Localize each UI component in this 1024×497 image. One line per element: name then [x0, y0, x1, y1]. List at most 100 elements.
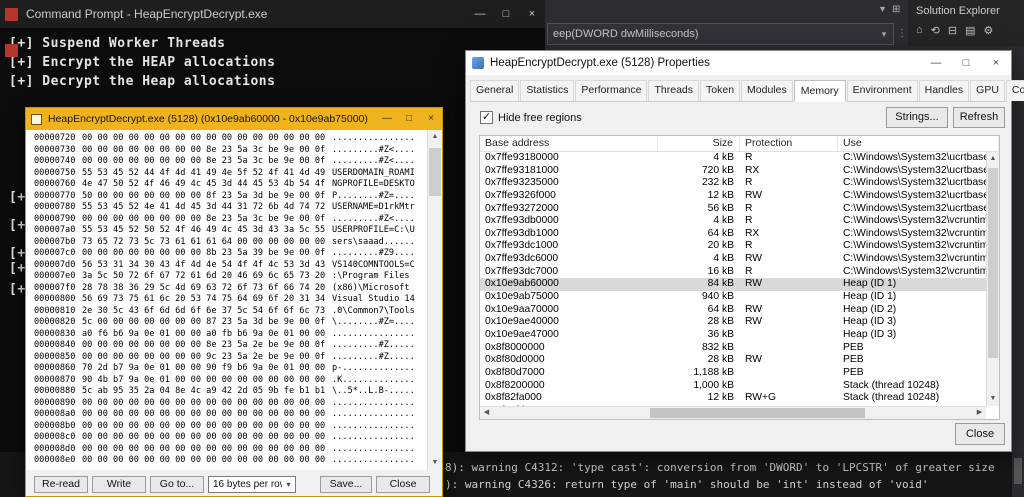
hex-row: 000008d000 00 00 00 00 00 00 00 00 00 00… — [34, 444, 427, 456]
properties-window-icon — [472, 57, 484, 69]
hex-close-button[interactable]: Close — [376, 476, 430, 493]
tab-memory[interactable]: Memory — [794, 80, 846, 102]
output-line: ): warning C4326: return type of 'main' … — [445, 476, 995, 493]
scroll-right-icon[interactable]: ▶ — [973, 407, 986, 419]
memory-row[interactable]: 0x8f80d000028 kBRWPEB — [480, 354, 986, 367]
memory-row[interactable]: 0x8f82fa00012 kBRW+GStack (thread 10248) — [480, 392, 986, 405]
output-scrollbar[interactable] — [1012, 452, 1024, 497]
hex-row: 000007c000 00 00 00 00 00 00 00 8b 23 5a… — [34, 248, 427, 260]
scroll-up-icon[interactable]: ▲ — [987, 152, 999, 166]
save-button[interactable]: Save... — [320, 476, 372, 493]
cmd-titlebar: Command Prompt - HeapEncryptDecrypt.exe … — [0, 0, 545, 28]
memory-row[interactable]: 0x8f82000001,000 kBStack (thread 10248) — [480, 380, 986, 393]
close-button[interactable]: × — [420, 108, 442, 130]
tab-threads[interactable]: Threads — [648, 80, 699, 101]
memory-row[interactable]: 0x8f80d70001,188 kBPEB — [480, 367, 986, 380]
memory-row[interactable]: 0x7ffe93dc100020 kBRC:\Windows\System32\… — [480, 240, 986, 253]
properties-close-button[interactable]: Close — [955, 423, 1005, 445]
hex-row: 000007f028 78 38 36 29 5c 4d 69 63 72 6f… — [34, 283, 427, 295]
output-line: 8): warning C4312: 'type cast': conversi… — [445, 459, 995, 476]
dock-grid-icon[interactable]: ⊞ — [892, 4, 900, 15]
hex-row: 000007d056 53 31 34 30 43 4f 4d 4e 54 4f… — [34, 260, 427, 272]
hex-row: 000008205c 00 00 00 00 00 00 00 87 23 5a… — [34, 317, 427, 329]
minimize-button[interactable]: — — [376, 108, 398, 130]
tab-statistics[interactable]: Statistics — [520, 80, 574, 101]
write-button[interactable]: Write — [92, 476, 146, 493]
collapse-all-icon[interactable]: ⊟ — [948, 24, 957, 37]
column-size[interactable]: Size — [658, 136, 740, 151]
reread-button[interactable]: Re-read — [34, 476, 88, 493]
memory-row[interactable]: 0x7ffe9326f00012 kBRWC:\Windows\System32… — [480, 190, 986, 203]
checkbox-check-icon[interactable]: ✓ — [480, 111, 493, 124]
scroll-down-icon[interactable]: ▼ — [987, 392, 999, 406]
scrollbar-thumb[interactable] — [988, 168, 998, 358]
vs-member-dropdown[interactable]: eep(DWORD dwMilliseconds) ▾ — [547, 23, 894, 45]
hide-free-regions-checkbox[interactable]: ✓ Hide free regions — [480, 111, 582, 124]
close-button[interactable]: × — [981, 51, 1011, 75]
memory-row[interactable]: 0x8f8000000832 kBPEB — [480, 342, 986, 355]
memory-table-body: 0x7ffe931800004 kBRC:\Windows\System32\u… — [480, 152, 986, 406]
hex-row: 0000087090 4b b7 9a 0e 01 00 00 00 00 00… — [34, 375, 427, 387]
show-all-files-icon[interactable]: ▤ — [965, 24, 975, 37]
memory-row[interactable]: 0x7ffe93db100064 kBRXC:\Windows\System32… — [480, 228, 986, 241]
minimize-button[interactable]: — — [467, 0, 493, 28]
memory-row[interactable]: 0x7ffe93dc60004 kBRWC:\Windows\System32\… — [480, 253, 986, 266]
scrollbar-thumb[interactable] — [1014, 458, 1022, 484]
memory-row[interactable]: 0x7ffe93181000720 kBRXC:\Windows\System3… — [480, 165, 986, 178]
memory-row[interactable]: 0x7ffe93235000232 kBRC:\Windows\System32… — [480, 177, 986, 190]
strings-button[interactable]: Strings... — [886, 107, 948, 128]
hex-row: 000008102e 30 5c 43 6f 6d 6d 6f 6e 37 5c… — [34, 306, 427, 318]
memory-row[interactable]: 0x10e9ae4000028 kBRWHeap (ID 3) — [480, 316, 986, 329]
tab-modules[interactable]: Modules — [741, 80, 793, 101]
scroll-down-icon[interactable]: ▼ — [428, 456, 442, 470]
column-base-address[interactable]: Base address — [480, 136, 658, 151]
hex-dump[interactable]: 0000072000 00 00 00 00 00 00 00 00 00 00… — [26, 130, 427, 470]
memory-row[interactable]: 0x7ffe931800004 kBRC:\Windows\System32\u… — [480, 152, 986, 165]
memory-row[interactable]: 0x7ffe93dc700016 kBRC:\Windows\System32\… — [480, 266, 986, 279]
memory-row[interactable]: 0x10e9ae4700036 kBHeap (ID 3) — [480, 329, 986, 342]
tab-performance[interactable]: Performance — [575, 80, 647, 101]
memory-editor-window: HeapEncryptDecrypt.exe (5128) (0x10e9ab6… — [25, 107, 443, 497]
splitter-handle-icon[interactable]: ⋮ — [897, 23, 906, 45]
scrollbar-thumb[interactable] — [650, 408, 865, 418]
memory-row[interactable]: 0x10e9aa7000064 kBRWHeap (ID 2) — [480, 304, 986, 317]
cmd-app-icon — [5, 8, 18, 21]
maximize-button[interactable]: □ — [398, 108, 420, 130]
minimize-button[interactable]: — — [921, 51, 951, 75]
memory-vertical-scrollbar[interactable]: ▲ ▼ — [986, 152, 999, 406]
memory-row[interactable]: 0x10e9ab75000940 kBHeap (ID 1) — [480, 291, 986, 304]
tab-gpu[interactable]: GPU — [970, 80, 1005, 101]
hex-row: 0000075055 53 45 52 44 4f 4d 41 49 4e 5f… — [34, 168, 427, 180]
column-use[interactable]: Use — [838, 136, 999, 151]
scroll-left-icon[interactable]: ◀ — [480, 407, 493, 419]
memory-row[interactable]: 0x10e9ab6000084 kBRWHeap (ID 1) — [480, 278, 986, 291]
tab-comment[interactable]: Comment — [1006, 80, 1024, 101]
tab-token[interactable]: Token — [700, 80, 740, 101]
sync-icon[interactable]: ⟲ — [931, 24, 940, 37]
tab-general[interactable]: General — [470, 80, 519, 101]
console-lines: [+] Suspend Worker Threads[+] Encrypt th… — [0, 34, 545, 91]
close-button[interactable]: × — [519, 0, 545, 28]
scrollbar-thumb[interactable] — [429, 148, 441, 196]
vs-topbar-icons: ▾ ⊞ — [880, 4, 900, 15]
hex-row: 0000085000 00 00 00 00 00 00 00 9c 23 5a… — [34, 352, 427, 364]
home-icon[interactable]: ⌂ — [916, 24, 923, 37]
hex-vertical-scrollbar[interactable]: ▲ ▼ — [427, 130, 442, 470]
tab-handles[interactable]: Handles — [919, 80, 970, 101]
bytes-per-row-select[interactable]: 16 bytes per row ▾ — [208, 476, 296, 493]
chevron-down-icon[interactable]: ▾ — [880, 4, 885, 15]
vs-member-dropdown-value: eep(DWORD dwMilliseconds) — [548, 28, 875, 40]
tab-environment[interactable]: Environment — [847, 80, 918, 101]
memory-horizontal-scrollbar[interactable]: ◀ ▶ — [480, 406, 986, 419]
maximize-button[interactable]: □ — [951, 51, 981, 75]
refresh-button[interactable]: Refresh — [953, 107, 1005, 128]
gear-icon[interactable]: ⚙ — [984, 24, 994, 37]
column-protection[interactable]: Protection — [740, 136, 838, 151]
hex-row: 0000080056 69 73 75 61 6c 20 53 74 75 64… — [34, 294, 427, 306]
process-properties-window: HeapEncryptDecrypt.exe (5128) Properties… — [465, 50, 1012, 452]
memory-row[interactable]: 0x7ffe93db00004 kBRC:\Windows\System32\v… — [480, 215, 986, 228]
goto-button[interactable]: Go to... — [150, 476, 204, 493]
maximize-button[interactable]: □ — [493, 0, 519, 28]
scroll-up-icon[interactable]: ▲ — [428, 130, 442, 144]
memory-row[interactable]: 0x7ffe9327200056 kBRC:\Windows\System32\… — [480, 203, 986, 216]
